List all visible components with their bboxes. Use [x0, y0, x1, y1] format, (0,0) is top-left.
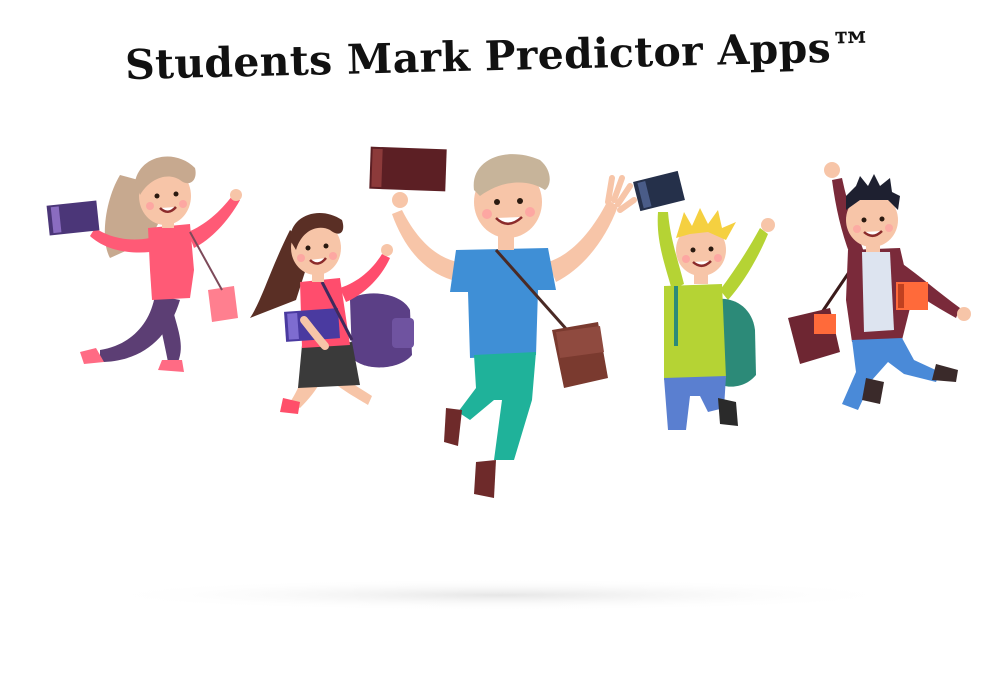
student-boy-dark-hair: [788, 162, 971, 410]
jumping-students-illustration: [46, 146, 971, 611]
student-girl-blonde: [46, 156, 242, 372]
student-girl-brunette: [250, 212, 414, 414]
student-boy-yellow-hair: [633, 170, 775, 430]
ground-shadow: [90, 579, 910, 611]
